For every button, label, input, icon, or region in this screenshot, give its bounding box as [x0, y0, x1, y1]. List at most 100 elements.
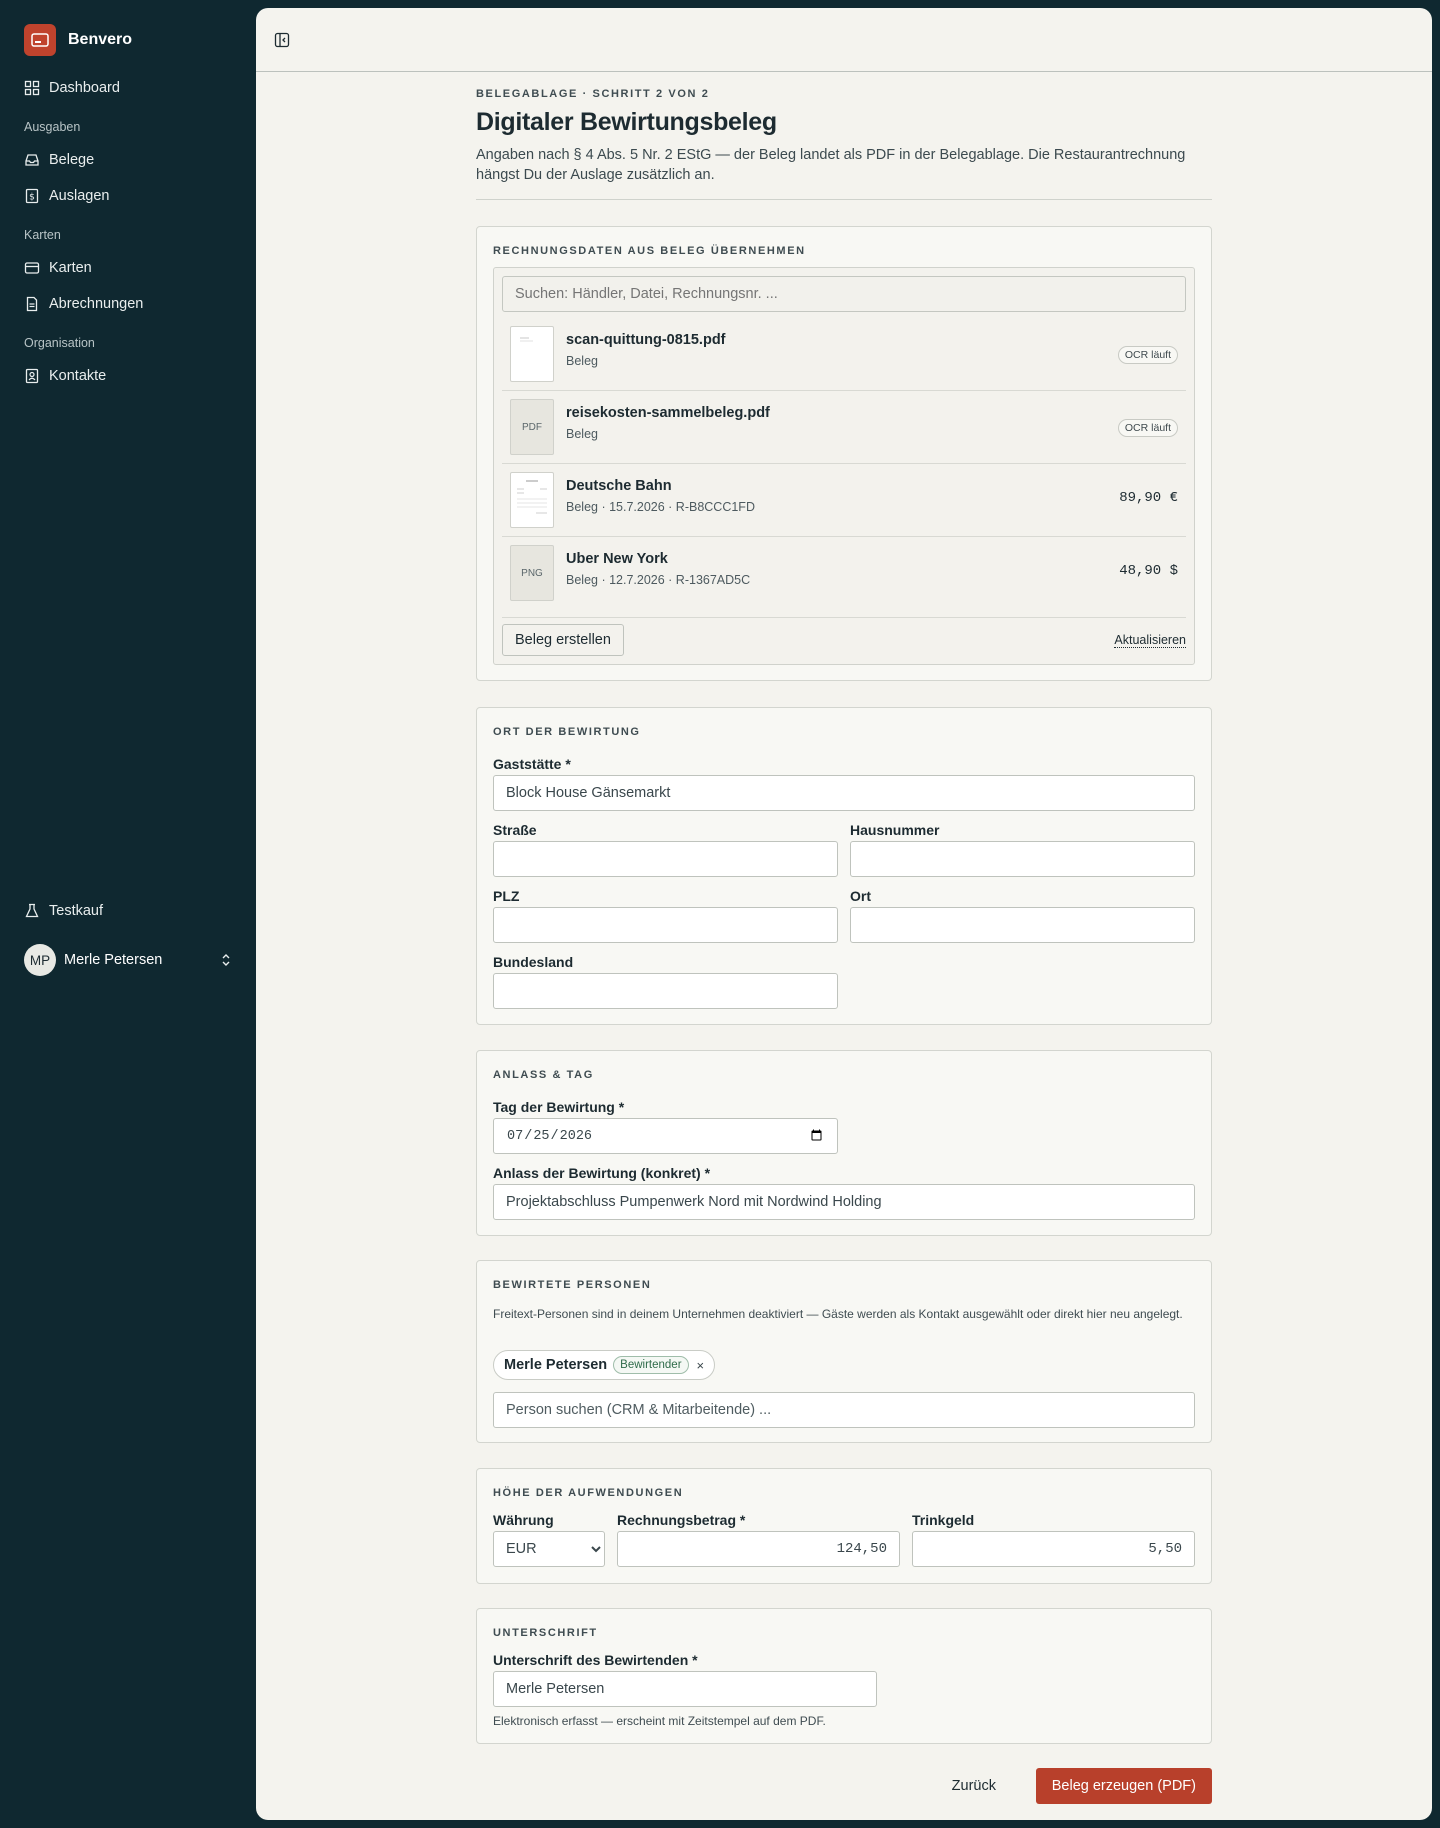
receipt-meta: Beleg — [566, 427, 598, 441]
receipt-name: scan-quittung-0815.pdf — [566, 332, 726, 348]
user-menu[interactable]: MP Merle Petersen — [24, 944, 232, 976]
house-number-label: Hausnummer — [850, 822, 940, 838]
document-thumbnail: PNG — [510, 545, 554, 601]
step-indicator: Belegablage · Schritt 2 von 2 — [476, 88, 710, 100]
topbar — [256, 8, 1432, 72]
invoice-amount-input[interactable] — [617, 1531, 900, 1567]
brand[interactable]: Benvero — [24, 24, 132, 56]
flask-icon — [25, 903, 39, 918]
back-button[interactable]: Zurück — [940, 1768, 1008, 1804]
receipt-picker: scan-quittung-0815.pdf Beleg OCR läuft P… — [493, 267, 1195, 665]
guest-chip: Merle Petersen Bewirtender × — [493, 1350, 716, 1380]
tip-label: Trinkgeld — [912, 1512, 975, 1528]
header-divider — [476, 199, 1212, 200]
guests-note: Freitext-Personen sind in deinem Unterne… — [493, 1307, 1183, 1321]
section-label: Anlass & Tag — [493, 1069, 594, 1081]
date-label: Tag der Bewirtung * — [493, 1099, 625, 1115]
nav-group-ausgaben: Ausgaben — [24, 120, 81, 134]
page-title: Digitaler Bewirtungsbeleg — [476, 108, 777, 136]
receipt-name: Uber New York — [566, 551, 668, 567]
nav-group-karten: Karten — [24, 228, 61, 242]
avatar: MP — [24, 944, 56, 976]
zip-input[interactable] — [493, 907, 838, 943]
sidebar-item-label: Abrechnungen — [49, 296, 144, 312]
picker-divider — [502, 617, 1186, 618]
receipt-search-input[interactable] — [502, 276, 1186, 312]
receipt-dollar-icon: $ — [25, 188, 39, 204]
guest-chip-name: Merle Petersen — [504, 1357, 608, 1373]
currency-select[interactable]: EUR — [493, 1531, 605, 1567]
sidebar-item-label: Auslagen — [49, 188, 110, 204]
date-input[interactable] — [493, 1118, 838, 1154]
scan-preview-icon — [520, 337, 533, 342]
form-actions: Zurück Beleg erzeugen (PDF) — [476, 1768, 1212, 1804]
user-name: Merle Petersen — [64, 952, 163, 968]
generate-pdf-button[interactable]: Beleg erzeugen (PDF) — [1035, 1768, 1212, 1804]
refresh-link[interactable]: Aktualisieren — [1114, 633, 1186, 648]
sidebar-item-label: Testkauf — [49, 903, 103, 919]
sidebar-item-abrechnungen[interactable]: Abrechnungen — [24, 293, 143, 315]
sidebar-item-dashboard[interactable]: Dashboard — [24, 77, 120, 99]
city-input[interactable] — [850, 907, 1195, 943]
receipt-row[interactable]: PNG Uber New York Beleg · 12.7.2026 · R-… — [502, 537, 1186, 610]
page-header: Belegablage · Schritt 2 von 2 Digitaler … — [476, 88, 1212, 200]
signature-label: Unterschrift des Bewirtenden * — [493, 1652, 698, 1668]
sidebar-item-karten[interactable]: Karten — [24, 257, 92, 279]
signature-card: Unterschrift Unterschrift des Bewirtende… — [476, 1608, 1212, 1744]
receipt-meta: Beleg · 12.7.2026 · R-1367AD5C — [566, 573, 751, 587]
street-input[interactable] — [493, 841, 838, 877]
receipt-meta: Beleg · 15.7.2026 · R-B8CCC1FD — [566, 500, 755, 514]
receipt-import-card: Rechnungsdaten aus Beleg übernehmen scan… — [476, 226, 1212, 681]
section-label: Unterschrift — [493, 1627, 598, 1639]
city-label: Ort — [850, 888, 871, 904]
host-role-badge: Bewirtender — [613, 1356, 689, 1374]
venue-input[interactable] — [493, 775, 1195, 811]
create-receipt-button[interactable]: Beleg erstellen — [502, 624, 624, 656]
contact-book-icon — [25, 368, 39, 384]
section-label: Bewirtete Personen — [493, 1279, 652, 1291]
zip-label: PLZ — [493, 888, 520, 904]
reason-input[interactable] — [493, 1184, 1195, 1220]
person-search-input[interactable] — [493, 1392, 1195, 1428]
street-label: Straße — [493, 822, 537, 838]
house-number-input[interactable] — [850, 841, 1195, 877]
occasion-card: Anlass & Tag Tag der Bewirtung * Anlass … — [476, 1050, 1212, 1236]
sidebar: Benvero Dashboard Ausgaben Belege $ Ausl… — [0, 0, 256, 1828]
sidebar-item-label: Dashboard — [49, 80, 120, 96]
receipt-name: reisekosten-sammelbeleg.pdf — [566, 405, 770, 421]
document-icon — [26, 296, 38, 312]
state-label: Bundesland — [493, 954, 574, 970]
document-thumbnail — [510, 472, 554, 528]
section-label: Höhe der Aufwendungen — [493, 1487, 684, 1499]
sidebar-item-label: Belege — [49, 152, 95, 168]
credit-card-icon — [24, 262, 40, 274]
receipt-row[interactable]: PDF reisekosten-sammelbeleg.pdf Beleg OC… — [502, 391, 1186, 464]
receipt-meta: Beleg — [566, 354, 598, 368]
invoice-preview-icon — [517, 480, 547, 514]
receipt-amount: 48,90 $ — [1119, 563, 1178, 579]
remove-guest-icon[interactable]: × — [697, 1358, 705, 1373]
guests-card: Bewirtete Personen Freitext-Personen sin… — [476, 1260, 1212, 1443]
document-thumbnail: PDF — [510, 399, 554, 455]
receipt-row[interactable]: scan-quittung-0815.pdf Beleg OCR läuft — [502, 318, 1186, 391]
section-label: Rechnungsdaten aus Beleg übernehmen — [493, 245, 806, 257]
sidebar-item-testkauf[interactable]: Testkauf — [24, 900, 103, 922]
venue-label: Gaststätte * — [493, 756, 571, 772]
invoice-amount-label: Rechnungsbetrag * — [617, 1512, 746, 1528]
sidebar-item-kontakte[interactable]: Kontakte — [24, 365, 106, 387]
state-input[interactable] — [493, 973, 838, 1009]
receipt-row[interactable]: Deutsche Bahn Beleg · 15.7.2026 · R-B8CC… — [502, 464, 1186, 537]
ocr-status-badge: OCR läuft — [1117, 346, 1178, 364]
reason-label: Anlass der Bewirtung (konkret) * — [493, 1165, 711, 1181]
location-card: Ort der Bewirtung Gaststätte * Straße Ha… — [476, 707, 1212, 1025]
tip-input[interactable] — [912, 1531, 1195, 1567]
signature-note: Elektronisch erfasst — erscheint mit Zei… — [493, 1714, 826, 1728]
chevron-up-down-icon — [222, 954, 230, 966]
sidebar-toggle-icon[interactable] — [274, 32, 290, 48]
main-panel: Belegablage · Schritt 2 von 2 Digitaler … — [256, 8, 1432, 1820]
sidebar-item-auslagen[interactable]: $ Auslagen — [24, 185, 109, 207]
signature-input[interactable] — [493, 1671, 877, 1707]
section-label: Ort der Bewirtung — [493, 726, 641, 738]
sidebar-item-belege[interactable]: Belege — [24, 149, 94, 171]
brand-name: Benvero — [68, 31, 133, 48]
